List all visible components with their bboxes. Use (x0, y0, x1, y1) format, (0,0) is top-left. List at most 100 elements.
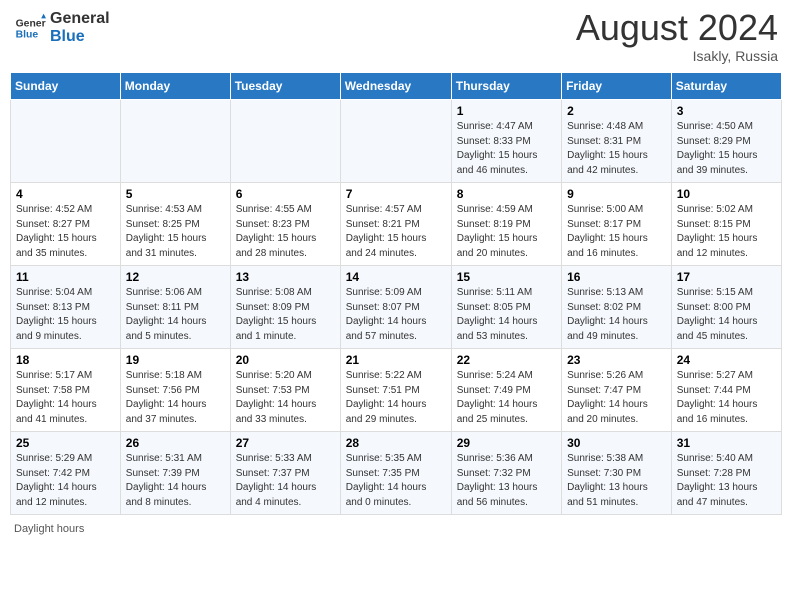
day-detail: Sunrise: 5:24 AM Sunset: 7:49 PM Dayligh… (457, 369, 556, 427)
day-number: 26 (126, 436, 225, 450)
day-detail: Sunrise: 5:22 AM Sunset: 7:51 PM Dayligh… (346, 369, 446, 427)
day-detail: Sunrise: 5:20 AM Sunset: 7:53 PM Dayligh… (236, 369, 335, 427)
logo-icon: General Blue (14, 12, 46, 44)
title-block: August 2024 Isakly, Russia (576, 10, 778, 64)
day-detail: Sunrise: 5:15 AM Sunset: 8:00 PM Dayligh… (677, 286, 776, 344)
day-detail: Sunrise: 5:40 AM Sunset: 7:28 PM Dayligh… (677, 452, 776, 510)
day-cell: 27 Sunrise: 5:33 AM Sunset: 7:37 PM Dayli… (230, 432, 340, 515)
day-cell (11, 100, 121, 183)
day-cell: 17 Sunrise: 5:15 AM Sunset: 8:00 PM Dayli… (671, 266, 781, 349)
day-cell: 25 Sunrise: 5:29 AM Sunset: 7:42 PM Dayli… (11, 432, 121, 515)
day-cell: 19Sunrise: 5:18 AM Sunset: 7:56 PM Dayli… (120, 349, 230, 432)
day-detail: Sunrise: 5:33 AM Sunset: 7:37 PM Dayligh… (236, 452, 335, 510)
footer-label: Daylight hours (14, 523, 84, 535)
day-number: 5 (126, 187, 225, 201)
day-cell: 3 Sunrise: 4:50 AM Sunset: 8:29 PM Daylig… (671, 100, 781, 183)
day-cell: 16 Sunrise: 5:13 AM Sunset: 8:02 PM Dayli… (562, 266, 672, 349)
day-number: 6 (236, 187, 335, 201)
day-number: 24 (677, 353, 776, 367)
day-number: 4 (16, 187, 115, 201)
page-header: General Blue General Blue August 2024 Is… (10, 10, 782, 64)
day-detail: Sunrise: 4:52 AM Sunset: 8:27 PM Dayligh… (16, 203, 115, 261)
day-cell: 31 Sunrise: 5:40 AM Sunset: 7:28 PM Dayli… (671, 432, 781, 515)
day-detail: Sunrise: 5:27 AM Sunset: 7:44 PM Dayligh… (677, 369, 776, 427)
day-number: 22 (457, 353, 556, 367)
week-row-3: 11 Sunrise: 5:04 AM Sunset: 8:13 PM Dayli… (11, 266, 782, 349)
day-cell: 14Sunrise: 5:09 AM Sunset: 8:07 PM Dayli… (340, 266, 451, 349)
day-detail: Sunrise: 5:06 AM Sunset: 8:11 PM Dayligh… (126, 286, 225, 344)
logo: General Blue General Blue (14, 10, 110, 45)
day-detail: Sunrise: 5:02 AM Sunset: 8:15 PM Dayligh… (677, 203, 776, 261)
day-detail: Sunrise: 5:04 AM Sunset: 8:13 PM Dayligh… (16, 286, 115, 344)
day-detail: Sunrise: 5:08 AM Sunset: 8:09 PM Dayligh… (236, 286, 335, 344)
day-cell: 2Sunrise: 4:48 AM Sunset: 8:31 PM Daylig… (562, 100, 672, 183)
day-number: 29 (457, 436, 556, 450)
day-detail: Sunrise: 4:59 AM Sunset: 8:19 PM Dayligh… (457, 203, 556, 261)
day-detail: Sunrise: 5:13 AM Sunset: 8:02 PM Dayligh… (567, 286, 666, 344)
day-detail: Sunrise: 4:57 AM Sunset: 8:21 PM Dayligh… (346, 203, 446, 261)
day-number: 2 (567, 104, 666, 118)
day-cell: 26 Sunrise: 5:31 AM Sunset: 7:39 PM Dayli… (120, 432, 230, 515)
svg-text:General: General (16, 18, 46, 29)
day-cell: 8 Sunrise: 4:59 AM Sunset: 8:19 PM Daylig… (451, 183, 561, 266)
day-cell: 6 Sunrise: 4:55 AM Sunset: 8:23 PM Daylig… (230, 183, 340, 266)
day-number: 17 (677, 270, 776, 284)
day-number: 7 (346, 187, 446, 201)
day-number: 12 (126, 270, 225, 284)
day-number: 1 (457, 104, 556, 118)
header-row: SundayMondayTuesdayWednesdayThursdayFrid… (11, 73, 782, 100)
day-detail: Sunrise: 5:18 AM Sunset: 7:56 PM Dayligh… (126, 369, 225, 427)
location: Isakly, Russia (576, 48, 778, 64)
day-number: 16 (567, 270, 666, 284)
day-number: 28 (346, 436, 446, 450)
day-number: 23 (567, 353, 666, 367)
day-detail: Sunrise: 5:31 AM Sunset: 7:39 PM Dayligh… (126, 452, 225, 510)
day-cell: 5 Sunrise: 4:53 AM Sunset: 8:25 PM Daylig… (120, 183, 230, 266)
day-number: 10 (677, 187, 776, 201)
day-cell: 1 Sunrise: 4:47 AM Sunset: 8:33 PM Daylig… (451, 100, 561, 183)
day-detail: Sunrise: 4:50 AM Sunset: 8:29 PM Dayligh… (677, 120, 776, 178)
footer: Daylight hours (10, 523, 782, 535)
day-cell: 21Sunrise: 5:22 AM Sunset: 7:51 PM Dayli… (340, 349, 451, 432)
day-cell (340, 100, 451, 183)
week-row-2: 4 Sunrise: 4:52 AM Sunset: 8:27 PM Daylig… (11, 183, 782, 266)
day-detail: Sunrise: 5:26 AM Sunset: 7:47 PM Dayligh… (567, 369, 666, 427)
day-detail: Sunrise: 4:55 AM Sunset: 8:23 PM Dayligh… (236, 203, 335, 261)
day-cell: 24 Sunrise: 5:27 AM Sunset: 7:44 PM Dayli… (671, 349, 781, 432)
column-header-tuesday: Tuesday (230, 73, 340, 100)
day-cell: 22 Sunrise: 5:24 AM Sunset: 7:49 PM Dayli… (451, 349, 561, 432)
day-detail: Sunrise: 5:35 AM Sunset: 7:35 PM Dayligh… (346, 452, 446, 510)
week-row-5: 25 Sunrise: 5:29 AM Sunset: 7:42 PM Dayli… (11, 432, 782, 515)
day-number: 8 (457, 187, 556, 201)
day-cell: 29 Sunrise: 5:36 AM Sunset: 7:32 PM Dayli… (451, 432, 561, 515)
day-detail: Sunrise: 5:36 AM Sunset: 7:32 PM Dayligh… (457, 452, 556, 510)
day-number: 31 (677, 436, 776, 450)
week-row-1: 1 Sunrise: 4:47 AM Sunset: 8:33 PM Daylig… (11, 100, 782, 183)
column-header-thursday: Thursday (451, 73, 561, 100)
day-cell (120, 100, 230, 183)
day-cell: 12 Sunrise: 5:06 AM Sunset: 8:11 PM Dayli… (120, 266, 230, 349)
month-year: August 2024 (576, 10, 778, 46)
day-detail: Sunrise: 5:38 AM Sunset: 7:30 PM Dayligh… (567, 452, 666, 510)
day-cell: 20Sunrise: 5:20 AM Sunset: 7:53 PM Dayli… (230, 349, 340, 432)
day-detail: Sunrise: 5:17 AM Sunset: 7:58 PM Dayligh… (16, 369, 115, 427)
day-detail: Sunrise: 5:29 AM Sunset: 7:42 PM Dayligh… (16, 452, 115, 510)
day-detail: Sunrise: 4:47 AM Sunset: 8:33 PM Dayligh… (457, 120, 556, 178)
day-number: 25 (16, 436, 115, 450)
calendar-table: SundayMondayTuesdayWednesdayThursdayFrid… (10, 72, 782, 515)
day-number: 11 (16, 270, 115, 284)
week-row-4: 18 Sunrise: 5:17 AM Sunset: 7:58 PM Dayli… (11, 349, 782, 432)
svg-text:Blue: Blue (16, 29, 39, 40)
day-number: 15 (457, 270, 556, 284)
day-detail: Sunrise: 4:53 AM Sunset: 8:25 PM Dayligh… (126, 203, 225, 261)
day-cell: 11 Sunrise: 5:04 AM Sunset: 8:13 PM Dayli… (11, 266, 121, 349)
day-number: 30 (567, 436, 666, 450)
logo-blue: Blue (50, 28, 110, 46)
day-cell: 15Sunrise: 5:11 AM Sunset: 8:05 PM Dayli… (451, 266, 561, 349)
day-number: 18 (16, 353, 115, 367)
day-detail: Sunrise: 5:09 AM Sunset: 8:07 PM Dayligh… (346, 286, 446, 344)
day-number: 13 (236, 270, 335, 284)
day-number: 27 (236, 436, 335, 450)
day-number: 9 (567, 187, 666, 201)
day-number: 3 (677, 104, 776, 118)
